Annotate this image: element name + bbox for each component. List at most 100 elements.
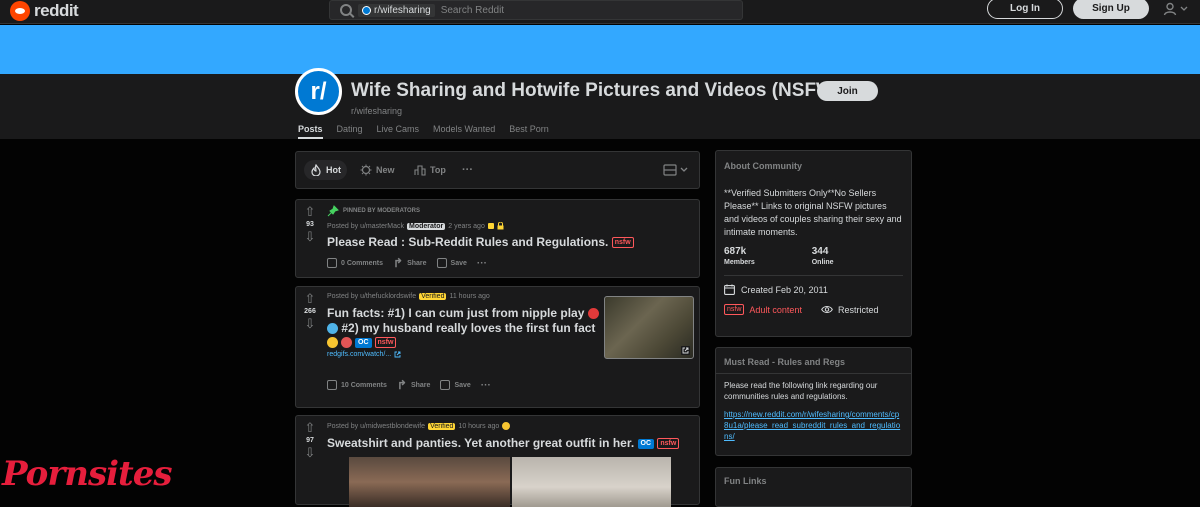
post-image-right[interactable]	[512, 457, 671, 507]
comment-icon	[327, 380, 337, 390]
sort-new-label: New	[376, 165, 395, 175]
post-time[interactable]: 11 hours ago	[449, 293, 489, 300]
user-flair: Verified	[419, 293, 447, 300]
divider	[724, 275, 903, 276]
eye-icon	[821, 306, 833, 313]
post-author[interactable]: Posted by u/thefucklordswife	[327, 293, 416, 300]
tab-dating[interactable]: Dating	[337, 124, 363, 139]
sort-hot-button[interactable]: Hot	[304, 160, 347, 180]
reddit-snoo-icon	[10, 1, 30, 21]
join-button[interactable]: Join	[817, 81, 878, 101]
search-chip-label: r/wifesharing	[374, 4, 431, 16]
post-title[interactable]: Sweatshirt and panties. Yet another grea…	[327, 436, 694, 451]
sort-more-button[interactable]: ···	[456, 160, 479, 180]
share-label: Share	[407, 259, 427, 267]
post-image-left[interactable]	[349, 457, 510, 507]
subreddit-title: Wife Sharing and Hotwife Pictures and Vi…	[351, 80, 841, 101]
post-time[interactable]: 10 hours ago	[458, 423, 499, 430]
post-actions: 0 Comments ↱ Share Save ···	[327, 256, 694, 270]
more-options-button[interactable]: ···	[481, 380, 491, 391]
comments-button[interactable]: 10 Comments	[327, 380, 387, 390]
more-options-button[interactable]: ···	[477, 258, 487, 269]
subreddit-tabs: Posts Dating Live Cams Models Wanted Bes…	[298, 124, 563, 139]
login-button[interactable]: Log In	[987, 0, 1063, 19]
lock-icon	[497, 222, 504, 230]
user-flair: Verified	[428, 422, 456, 430]
save-button[interactable]: Save	[440, 380, 471, 390]
user-menu-dropdown[interactable]	[1163, 2, 1188, 16]
downvote-arrow-icon[interactable]: ⇩	[303, 230, 317, 244]
tab-best-porn[interactable]: Best Porn	[509, 124, 549, 139]
sort-hot-label: Hot	[326, 165, 341, 175]
angry-emoji-icon	[587, 308, 599, 320]
logo-text: reddit	[34, 1, 79, 20]
vote-column: ⇧ 93 ⇩	[296, 200, 324, 277]
tab-live-cams[interactable]: Live Cams	[377, 124, 420, 139]
must-read-header: Must Read - Rules and Regs	[724, 357, 846, 367]
external-link-icon	[681, 346, 690, 355]
comment-icon	[327, 258, 337, 268]
post-card[interactable]: ⇧ 97 ⇩ Posted by u/midwestblondewife Ver…	[295, 415, 700, 507]
post-title-text: Sweatshirt and panties. Yet another grea…	[327, 436, 635, 450]
top-navbar: reddit r/wifesharing Search Reddit Log I…	[0, 0, 1200, 24]
restricted-label: Restricted	[837, 304, 879, 315]
share-label: Share	[410, 381, 431, 389]
signup-button[interactable]: Sign Up	[1073, 0, 1149, 19]
nsfw-tag: nsfw	[374, 337, 397, 348]
upvote-arrow-icon[interactable]: ⇧	[303, 421, 317, 435]
pinned-indicator: PINNED BY MODERATORS	[327, 205, 694, 217]
user-flair: Moderator	[407, 222, 446, 230]
search-subreddit-chip[interactable]: r/wifesharing	[358, 3, 435, 17]
sweat-drops-emoji-icon	[327, 323, 338, 335]
view-layout-toggle[interactable]	[663, 164, 688, 176]
bar-chart-icon	[414, 165, 426, 176]
post-author[interactable]: Posted by u/midwestblondewife	[327, 423, 425, 430]
must-read-text: Please read the following link regarding…	[724, 381, 878, 401]
pin-icon	[327, 205, 339, 217]
post-time[interactable]: 2 years ago	[448, 223, 485, 230]
rules-link[interactable]: https://new.reddit.com/r/wifesharing/com…	[716, 409, 911, 442]
reddit-logo[interactable]: reddit	[10, 1, 79, 21]
save-label: Save	[454, 381, 471, 389]
post-card-pinned[interactable]: ⇧ 93 ⇩ PINNED BY MODERATORS Posted by u/…	[295, 199, 700, 278]
comments-button[interactable]: 0 Comments	[327, 258, 383, 268]
share-button[interactable]: ↱ Share	[393, 256, 427, 270]
nsfw-tag: nsfw	[724, 304, 745, 315]
upvote-arrow-icon[interactable]: ⇧	[303, 292, 317, 306]
save-button[interactable]: Save	[436, 258, 467, 268]
vote-column: ⇧ 266 ⇩	[296, 287, 324, 407]
card-view-icon	[663, 164, 677, 176]
external-link-icon	[394, 351, 401, 358]
created-date: Created Feb 20, 2011	[741, 284, 828, 295]
downvote-arrow-icon[interactable]: ⇩	[303, 446, 317, 460]
post-card[interactable]: ⇧ 266 ⇩ Posted by u/thefucklordswife Ver…	[295, 286, 700, 408]
subreddit-icon	[362, 5, 371, 15]
tab-models-wanted[interactable]: Models Wanted	[433, 124, 495, 139]
search-bar[interactable]: r/wifesharing Search Reddit	[329, 0, 743, 20]
devil-emoji-icon	[341, 337, 352, 348]
downvote-arrow-icon[interactable]: ⇩	[303, 317, 317, 331]
search-placeholder: Search Reddit	[440, 4, 505, 16]
share-icon: ↱	[393, 256, 404, 270]
sort-new-button[interactable]: New	[354, 160, 401, 180]
nsfw-tag: nsfw	[657, 438, 680, 450]
online-label: Online	[811, 259, 834, 266]
award-icon	[487, 223, 494, 229]
subreddit-banner	[0, 25, 1200, 74]
post-link[interactable]: redgifs.com/watch/...	[327, 351, 599, 358]
oc-tag: OC	[637, 438, 655, 449]
flame-icon	[311, 164, 321, 176]
oc-tag: OC	[355, 337, 372, 348]
upvote-arrow-icon[interactable]: ⇧	[303, 205, 317, 219]
search-icon	[340, 4, 352, 16]
share-button[interactable]: ↱ Share	[397, 378, 431, 392]
tab-posts[interactable]: Posts	[298, 124, 323, 139]
sort-top-label: Top	[430, 165, 446, 175]
post-title[interactable]: Fun facts: #1) I can cum just from nippl…	[327, 306, 599, 348]
adult-content-label: Adult content	[749, 304, 802, 315]
post-title[interactable]: Please Read : Sub-Reddit Rules and Regul…	[327, 235, 694, 250]
sort-top-button[interactable]: Top	[408, 160, 452, 180]
post-thumbnail[interactable]	[604, 296, 694, 359]
smirk-emoji-icon	[327, 337, 338, 348]
post-author[interactable]: Posted by u/masterMack	[327, 223, 404, 230]
